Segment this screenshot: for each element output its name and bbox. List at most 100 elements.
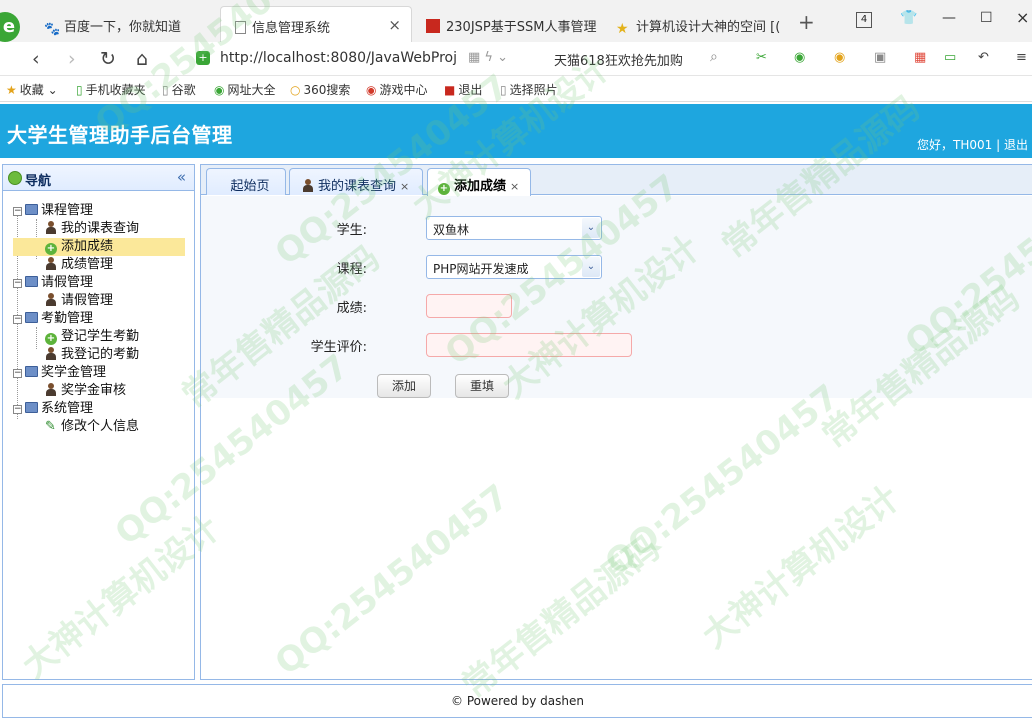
bookmark-label: 谷歌 bbox=[171, 83, 196, 97]
bookmark-photo[interactable]: ▯ 选择照片 bbox=[500, 81, 558, 98]
back-button[interactable]: ‹ bbox=[32, 48, 40, 70]
bookmarks-bar: ★ 收藏 ⌄ ▯ 手机收藏夹 ▯ 谷歌 ◉ 网址大全 ○ 360搜索 ◉ 游戏中心 ■ 退出 … bbox=[0, 76, 1032, 102]
bookmark-label: 收藏 bbox=[19, 83, 44, 97]
tree-item-leave[interactable]: 请假管理 bbox=[45, 292, 113, 310]
image-icon[interactable]: ▣ bbox=[874, 50, 886, 65]
bookmark-exit[interactable]: ■ 退出 bbox=[444, 81, 482, 98]
browser-tab-ssm[interactable]: 230JSP基于SSM人事管理 bbox=[412, 6, 600, 42]
chevron-down-icon[interactable]: ⌄ bbox=[582, 257, 600, 277]
score-input[interactable] bbox=[426, 294, 512, 318]
tree-item-schedule[interactable]: 我的课表查询 bbox=[45, 220, 139, 238]
close-tab-icon[interactable]: × bbox=[400, 180, 409, 193]
browser-tab-label: 230JSP基于SSM人事管理 bbox=[446, 20, 597, 35]
undo-icon[interactable]: ↶ bbox=[978, 50, 989, 65]
browser-tab-label: 信息管理系统 bbox=[252, 21, 331, 36]
tree-item-label: 添加成绩 bbox=[61, 239, 114, 254]
tree-item-add-score[interactable]: + 添加成绩 bbox=[13, 238, 185, 256]
bookmark-label: 手机收藏夹 bbox=[85, 83, 146, 97]
tree-item-my-attendance[interactable]: 我登记的考勤 bbox=[45, 346, 139, 364]
tree-group-system[interactable]: − 系统管理 bbox=[13, 400, 93, 418]
menu-icon[interactable]: ≡ bbox=[1016, 50, 1027, 65]
bookmark-games[interactable]: ◉ 游戏中心 bbox=[366, 81, 428, 98]
red-square-icon: ■ bbox=[444, 83, 456, 97]
tree-group-label: 课程管理 bbox=[41, 203, 94, 218]
tab-count-badge[interactable]: 4 bbox=[856, 12, 872, 28]
tab-home[interactable]: 起始页 bbox=[206, 168, 286, 195]
nav-title: 导航 bbox=[25, 174, 52, 189]
course-select[interactable]: PHP网站开发速成 ⌄ bbox=[426, 255, 602, 279]
scissors-icon[interactable]: ✂ bbox=[756, 50, 767, 65]
bookmark-favorites[interactable]: ★ 收藏 ⌄ bbox=[6, 81, 58, 98]
star-icon: ★ bbox=[6, 83, 17, 97]
reset-button[interactable]: 重填 bbox=[455, 374, 509, 398]
close-tab-icon[interactable]: × bbox=[388, 16, 401, 34]
collapse-toggle-icon[interactable]: − bbox=[13, 315, 22, 324]
collapse-toggle-icon[interactable]: − bbox=[13, 405, 22, 414]
search-icon[interactable]: ⌕ bbox=[710, 49, 718, 65]
maximize-button[interactable]: ☐ bbox=[980, 10, 993, 26]
bookmark-mobile[interactable]: ▯ 手机收藏夹 bbox=[76, 81, 146, 98]
tree-item-profile[interactable]: ✎ 修改个人信息 bbox=[45, 418, 139, 436]
bookmark-label: 选择照片 bbox=[509, 83, 558, 97]
browser-tab-active[interactable]: 信息管理系统 × bbox=[220, 6, 412, 42]
collapse-icon[interactable]: « bbox=[177, 168, 186, 186]
tree-item-score-manage[interactable]: 成绩管理 bbox=[45, 256, 113, 274]
chevron-down-icon[interactable]: ⌄ bbox=[582, 218, 600, 238]
tree-item-scholarship-review[interactable]: 奖学金审核 bbox=[45, 382, 126, 400]
refresh-button[interactable]: ↻ bbox=[100, 48, 116, 70]
tab-schedule[interactable]: 我的课表查询 × bbox=[289, 168, 423, 195]
skin-icon[interactable]: 👕 bbox=[900, 10, 917, 26]
computer-icon bbox=[25, 204, 38, 215]
add-icon: + bbox=[438, 183, 450, 195]
tab-add-score[interactable]: + 添加成绩 × bbox=[427, 168, 531, 196]
tree-item-label: 成绩管理 bbox=[61, 257, 114, 272]
tree-group-attendance[interactable]: − 考勤管理 bbox=[13, 310, 93, 328]
browser-tab-baidu[interactable]: 🐾 百度一下，你就知道 bbox=[30, 6, 220, 42]
bookmark-label: 游戏中心 bbox=[379, 83, 428, 97]
url-text[interactable]: http://localhost:8080/JavaWebProj bbox=[220, 50, 457, 66]
collapse-toggle-icon[interactable]: − bbox=[13, 369, 22, 378]
forward-button[interactable]: › bbox=[68, 48, 76, 70]
coin-icon[interactable]: ◉ bbox=[834, 50, 845, 65]
main-panel: 起始页 我的课表查询 × + 添加成绩 × 学生: 双鱼林 ⌄ 课程: PHP网站开发… bbox=[200, 164, 1032, 680]
comment-input[interactable] bbox=[426, 333, 632, 357]
add-icon: + bbox=[45, 243, 57, 255]
bookmark-360[interactable]: ○ 360搜索 bbox=[290, 81, 350, 98]
tree-group-leave[interactable]: − 请假管理 bbox=[13, 274, 93, 292]
translate-icon[interactable]: ◉ bbox=[794, 50, 805, 65]
tree-group-scholarship[interactable]: − 奖学金管理 bbox=[13, 364, 106, 382]
battery-icon[interactable]: ▭ bbox=[944, 50, 956, 65]
user-icon bbox=[45, 257, 57, 270]
collapse-toggle-icon[interactable]: − bbox=[13, 207, 22, 216]
apps-icon[interactable]: ▦ bbox=[914, 50, 926, 65]
minimize-button[interactable]: — bbox=[942, 10, 956, 26]
collapse-toggle-icon[interactable]: − bbox=[13, 279, 22, 288]
logout-link[interactable]: 退出 bbox=[1004, 138, 1028, 152]
address-bar: ‹ › ↻ ⌂ + http://localhost:8080/JavaWebP… bbox=[0, 42, 1032, 76]
close-window-button[interactable]: × bbox=[1016, 8, 1029, 27]
tab-label: 我的课表查询 bbox=[318, 179, 397, 194]
tree-group-course[interactable]: − 课程管理 bbox=[13, 202, 93, 220]
home-button[interactable]: ⌂ bbox=[136, 48, 148, 70]
tree-item-register-attendance[interactable]: + 登记学生考勤 bbox=[45, 328, 139, 346]
bookmark-sites[interactable]: ◉ 网址大全 bbox=[214, 81, 276, 98]
browser-tab-space[interactable]: ★ 计算机设计大神的空间 [( bbox=[602, 6, 792, 42]
url-field[interactable]: + http://localhost:8080/JavaWebProj ▦ ϟ … bbox=[192, 47, 730, 71]
student-selected-value: 双鱼林 bbox=[433, 223, 470, 237]
comment-label: 学生评价: bbox=[310, 340, 367, 355]
user-icon bbox=[45, 293, 57, 306]
new-tab-button[interactable]: + bbox=[798, 10, 815, 34]
student-select[interactable]: 双鱼林 ⌄ bbox=[426, 216, 602, 240]
user-icon bbox=[45, 221, 57, 234]
ring-icon: ○ bbox=[290, 83, 301, 97]
search-promo[interactable]: 天猫618狂欢抢先加购 bbox=[554, 50, 683, 69]
close-tab-icon[interactable]: × bbox=[510, 180, 519, 193]
bookmark-google[interactable]: ▯ 谷歌 bbox=[162, 81, 196, 98]
qr-flash-icons[interactable]: ▦ ϟ ⌄ bbox=[468, 50, 508, 65]
browser-logo-icon: e bbox=[0, 12, 20, 42]
tree-group-label: 考勤管理 bbox=[41, 311, 94, 326]
add-button[interactable]: 添加 bbox=[377, 374, 431, 398]
bookmark-label: 网址大全 bbox=[227, 83, 276, 97]
browser-tab-label: 计算机设计大神的空间 [( bbox=[636, 20, 781, 35]
paw-icon: 🐾 bbox=[44, 22, 61, 37]
